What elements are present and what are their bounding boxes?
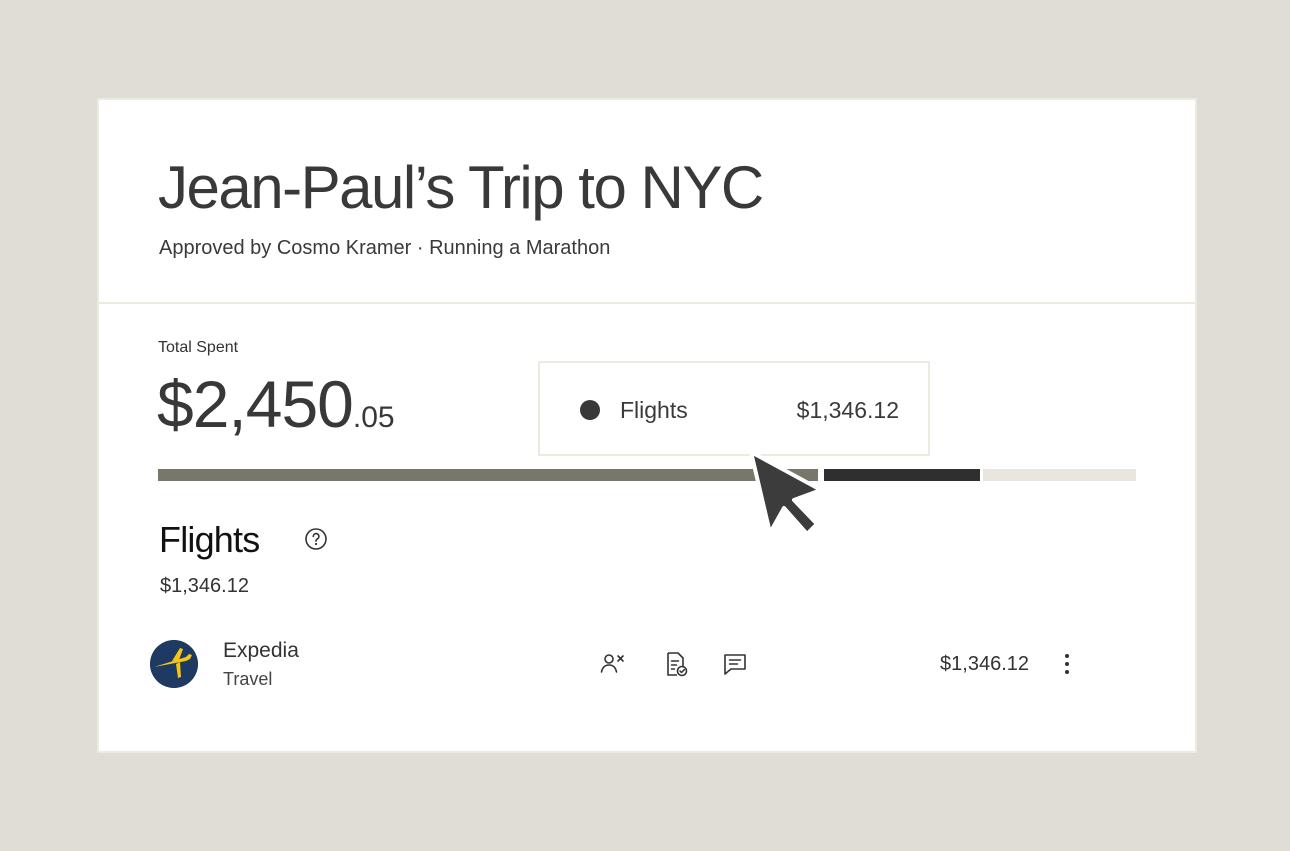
trip-subtitle: Approved by Cosmo Kramer · Running a Mar… xyxy=(159,237,611,259)
mouse-pointer-icon xyxy=(749,450,823,536)
merchant-name: Expedia xyxy=(223,639,299,662)
merchant-category: Travel xyxy=(223,669,273,689)
transaction-row[interactable]: Expedia Travel $1,346.12 xyxy=(99,630,1195,700)
spend-bar-segment-2[interactable] xyxy=(824,469,980,481)
question-circle-icon[interactable] xyxy=(304,527,328,551)
trip-header: Jean-Paul’s Trip to NYC Approved by Cosm… xyxy=(99,100,1195,303)
tooltip-value: $1,346.12 xyxy=(796,397,899,423)
total-dollars: $2,450 xyxy=(157,367,354,441)
receipt-check-icon[interactable] xyxy=(662,650,690,678)
spend-bar-segment-flights[interactable] xyxy=(158,469,818,481)
trip-card: Jean-Paul’s Trip to NYC Approved by Cosm… xyxy=(97,98,1197,753)
transaction-amount: $1,346.12 xyxy=(940,653,1029,675)
page-title: Jean-Paul’s Trip to NYC xyxy=(158,154,764,221)
remove-user-icon[interactable] xyxy=(599,650,627,678)
total-cents: .05 xyxy=(352,401,395,434)
comment-icon[interactable] xyxy=(721,650,749,678)
total-spent-amount: $2,450.05 xyxy=(157,364,395,458)
spend-bar-segment-3[interactable] xyxy=(983,469,1136,481)
section-title: Flights xyxy=(159,519,260,560)
total-spent-label: Total Spent xyxy=(158,339,239,356)
spend-tooltip: Flights $1,346.12 xyxy=(538,361,930,456)
more-vertical-icon[interactable] xyxy=(1059,650,1075,678)
header-divider xyxy=(99,302,1195,304)
expedia-logo xyxy=(150,640,198,688)
section-amount: $1,346.12 xyxy=(160,575,249,597)
tooltip-label: Flights xyxy=(620,397,688,423)
tooltip-dot xyxy=(580,400,600,420)
